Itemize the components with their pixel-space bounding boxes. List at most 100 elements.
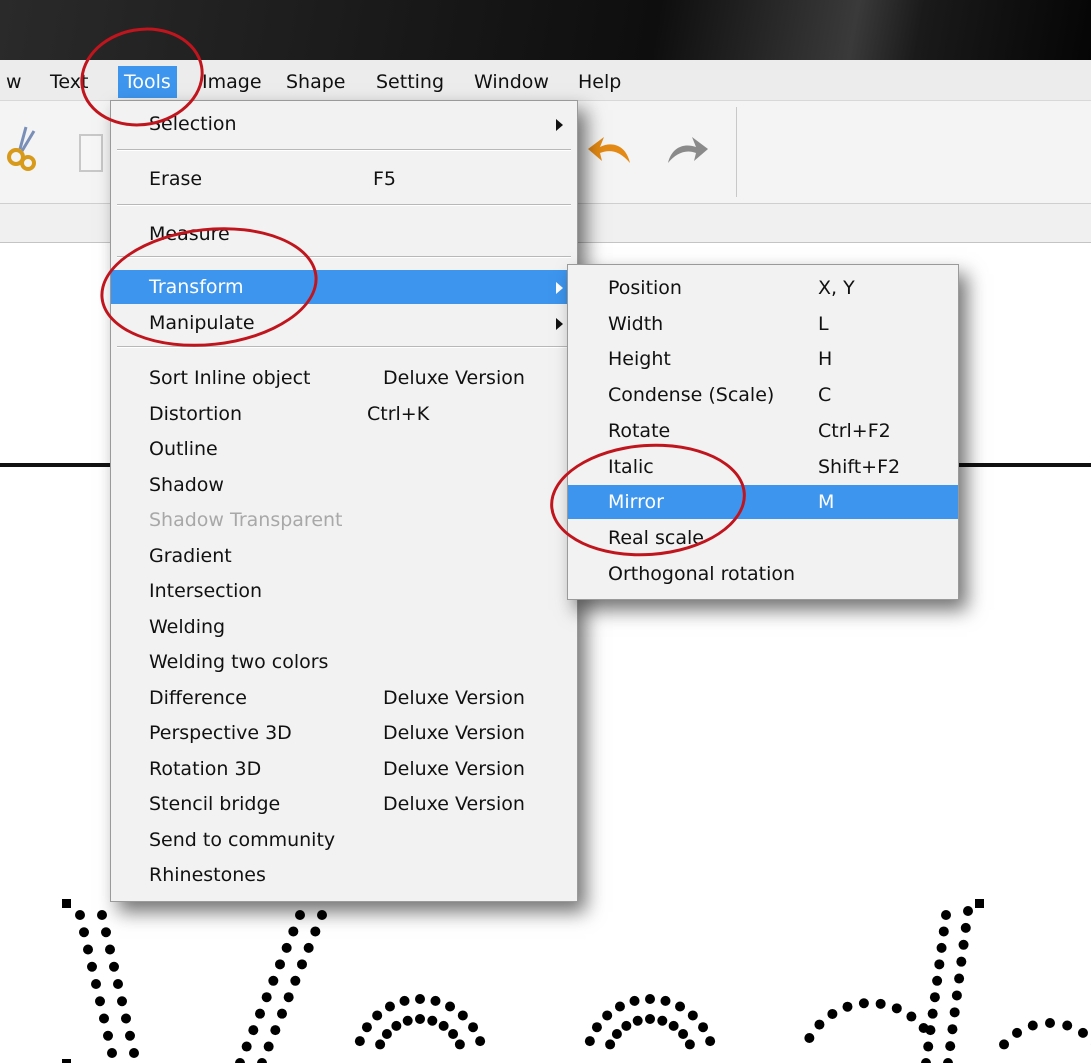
submenu-item-rotate[interactable]: Rotate Ctrl+F2: [568, 414, 958, 448]
submenu-item-height[interactable]: Height H: [568, 342, 958, 376]
rhinestone-dot: [91, 979, 101, 989]
rhinestone-dot: [129, 1048, 139, 1058]
rhinestone-dot: [938, 926, 949, 937]
menu-item-welding-two-colors[interactable]: Welding two colors: [111, 645, 577, 679]
menu-item-rhinestones[interactable]: Rhinestones: [111, 858, 577, 892]
rhinestone-dot: [454, 1039, 465, 1050]
selection-handle[interactable]: [975, 899, 984, 908]
rhinestone-dot: [445, 1001, 456, 1012]
menu-item-shortcut: Ctrl+K: [367, 402, 430, 425]
selection-handle[interactable]: [62, 899, 71, 908]
rhinestone-dot: [842, 1001, 853, 1012]
menu-item-shortcut: Deluxe Version: [383, 722, 525, 744]
rhinestone-dot: [675, 1001, 686, 1012]
submenu-item-shortcut: H: [818, 348, 833, 371]
rhinestone-dot: [375, 1039, 386, 1050]
rhinestone-dot: [290, 975, 301, 986]
rhinestone-dot: [660, 995, 671, 1006]
menu-item-send-to-community[interactable]: Send to community: [111, 823, 577, 857]
submenu-item-shortcut: Shift+F2: [818, 455, 901, 478]
menu-item-label: Gradient: [149, 544, 232, 567]
menu-item-erase[interactable]: Erase F5: [111, 162, 577, 196]
rhinestone-dot: [1012, 1027, 1023, 1038]
menu-item-intersection[interactable]: Intersection: [111, 574, 577, 608]
rhinestone-dot: [448, 1028, 459, 1039]
rhinestone-dot: [949, 1007, 960, 1018]
menu-image[interactable]: Image: [202, 66, 262, 98]
menu-view[interactable]: w: [6, 66, 22, 98]
menu-item-label: Intersection: [149, 580, 263, 602]
rhinestone-dot: [121, 1013, 131, 1024]
rhinestone-dot: [268, 975, 279, 986]
rhinestone-dot: [943, 1058, 953, 1063]
menu-item-stencil-bridge[interactable]: Stencil bridge Deluxe Version: [111, 787, 577, 821]
menu-item-difference[interactable]: Difference Deluxe Version: [111, 681, 577, 715]
menu-shape[interactable]: Shape: [286, 66, 346, 98]
rhinestone-dot: [257, 1058, 267, 1063]
menu-item-distortion[interactable]: Distortion Ctrl+K: [111, 397, 577, 431]
menu-item-label: Erase: [149, 168, 203, 190]
menu-item-label: Shadow Transparent: [149, 509, 343, 531]
menu-item-outline[interactable]: Outline: [111, 432, 577, 466]
submenu-item-condense-scale[interactable]: Condense (Scale) C: [568, 378, 958, 412]
menu-item-label: Sort Inline object: [149, 367, 311, 389]
rhinestone-dot: [457, 1010, 468, 1021]
rhinestone-dot: [906, 1011, 917, 1022]
submenu-item-width[interactable]: Width L: [568, 307, 958, 341]
rhinestone-dot: [381, 1028, 392, 1039]
rhinestone-dot: [645, 1014, 655, 1024]
rhinestone-dot: [354, 1036, 365, 1047]
scissors-icon[interactable]: [4, 123, 44, 175]
menu-item-label: Shadow: [149, 473, 224, 496]
rhinestone-dot: [399, 995, 410, 1006]
rhinestone-dot: [107, 1048, 117, 1058]
menu-item-shadow[interactable]: Shadow: [111, 468, 577, 502]
menu-item-sort-inline-object[interactable]: Sort Inline object Deluxe Version: [111, 361, 577, 395]
tools-menu: Selection Erase F5 Measure Transform Man…: [110, 100, 578, 902]
menu-setting[interactable]: Setting: [376, 66, 444, 98]
submenu-item-label: Position: [608, 277, 682, 299]
rhinestone-dot: [629, 995, 640, 1006]
rhinestone-dot: [281, 942, 292, 953]
menu-window[interactable]: Window: [474, 66, 549, 98]
menu-item-label: Welding: [149, 615, 226, 638]
rhinestone-dot: [602, 1010, 613, 1021]
submenu-item-label: Height: [608, 348, 671, 371]
rhinestone-dot: [947, 1024, 958, 1035]
submenu-item-shortcut: L: [818, 312, 829, 335]
menu-item-welding[interactable]: Welding: [111, 610, 577, 644]
menu-item-perspective-3d[interactable]: Perspective 3D Deluxe Version: [111, 716, 577, 750]
rhinestone-dot: [288, 926, 299, 937]
rhinestone-dot: [83, 944, 93, 955]
rhinestone-dot: [283, 992, 294, 1003]
menu-item-rotation-3d[interactable]: Rotation 3D Deluxe Version: [111, 752, 577, 786]
rhinestone-dot: [941, 910, 951, 920]
submenu-arrow-icon: [556, 318, 563, 330]
selection-handle[interactable]: [62, 1059, 71, 1063]
menu-item-shadow-transparent: Shadow Transparent: [111, 503, 577, 537]
rhinestone-dot: [958, 939, 969, 950]
rhinestone-dot: [117, 996, 127, 1007]
rhinestone-dot: [255, 1008, 265, 1019]
menu-help[interactable]: Help: [578, 66, 621, 98]
submenu-item-orthogonal-rotation[interactable]: Orthogonal rotation: [568, 557, 958, 591]
rhinestone-dot: [684, 1039, 695, 1050]
menu-item-label: Distortion: [149, 402, 243, 425]
rhinestone-dot: [936, 942, 947, 953]
rhinestone-dot: [927, 1008, 938, 1019]
redo-icon[interactable]: [664, 135, 710, 169]
menu-item-gradient[interactable]: Gradient: [111, 539, 577, 573]
rhinestone-dot: [614, 1001, 625, 1012]
rhinestone-dot: [261, 992, 272, 1003]
rhinestone-dot: [956, 956, 967, 967]
undo-icon[interactable]: [586, 133, 634, 169]
rhinestone-dot: [611, 1028, 622, 1039]
rhinestone-dot: [605, 1039, 616, 1050]
submenu-item-shortcut: Ctrl+F2: [818, 419, 891, 442]
copy-icon[interactable]: [78, 131, 104, 175]
submenu-arrow-icon: [556, 119, 563, 131]
rhinestone-dot: [858, 998, 869, 1009]
rhinestone-dot: [87, 961, 97, 972]
toolbar-separator: [736, 107, 737, 197]
submenu-item-position[interactable]: Position X, Y: [568, 271, 958, 305]
